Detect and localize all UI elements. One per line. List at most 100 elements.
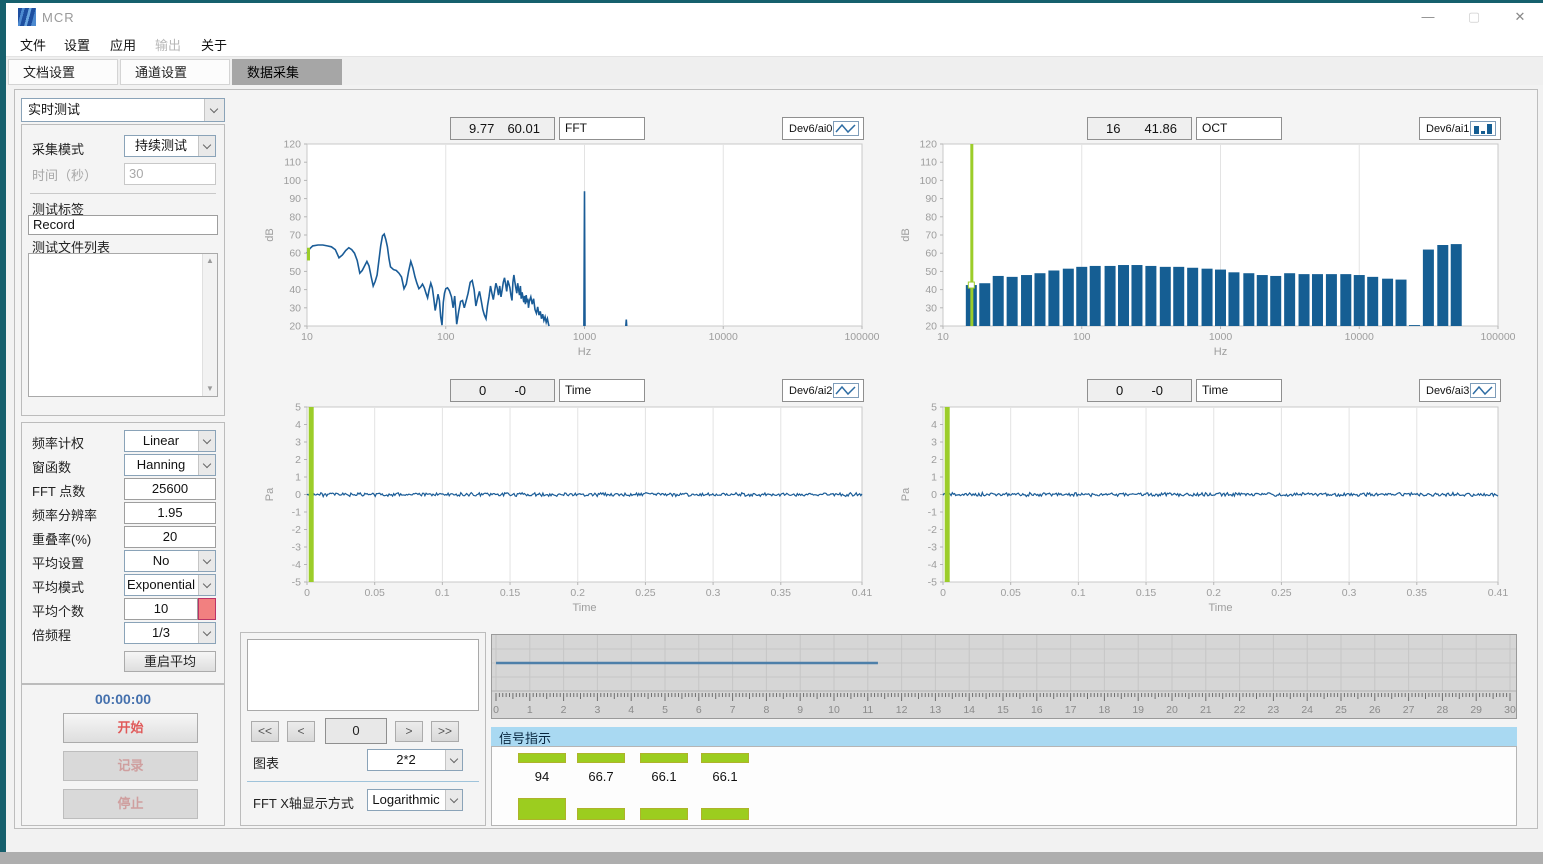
test-file-list[interactable]: ▲ ▼ bbox=[28, 253, 218, 397]
time-label: 时间（秒） bbox=[32, 165, 97, 184]
svg-text:6: 6 bbox=[696, 704, 702, 716]
svg-text:0.05: 0.05 bbox=[1000, 587, 1021, 599]
maximize-button[interactable]: ▢ bbox=[1451, 3, 1497, 31]
scroll-up-icon[interactable]: ▲ bbox=[206, 257, 214, 265]
svg-text:27: 27 bbox=[1403, 704, 1415, 716]
svg-text:0.35: 0.35 bbox=[771, 587, 792, 599]
svg-text:100: 100 bbox=[283, 175, 301, 187]
svg-text:100000: 100000 bbox=[1480, 331, 1515, 343]
svg-text:20: 20 bbox=[925, 321, 937, 333]
svg-text:0.25: 0.25 bbox=[1271, 587, 1292, 599]
svg-text:0.3: 0.3 bbox=[706, 587, 721, 599]
svg-text:110: 110 bbox=[284, 157, 301, 169]
param-input-2[interactable]: 25600 bbox=[124, 478, 216, 500]
param-select-0[interactable]: Linear bbox=[124, 430, 216, 452]
svg-text:0.41: 0.41 bbox=[1488, 587, 1509, 599]
signal-indicator-header: 信号指示 bbox=[491, 727, 1517, 746]
tab-data-acquisition[interactable]: 数据采集 bbox=[232, 59, 342, 85]
signal-indicator-box: 9466.766.166.1 bbox=[491, 746, 1517, 826]
record-timeline[interactable]: 0123456789101112131415161718192021222324… bbox=[491, 634, 1517, 719]
oct-plot[interactable]: 2030405060708090100110120101001000100001… bbox=[879, 114, 1515, 360]
record-list[interactable] bbox=[247, 639, 479, 711]
param-input-3[interactable]: 1.95 bbox=[124, 502, 216, 524]
param-select-8[interactable]: 1/3 bbox=[124, 622, 216, 644]
signal-peak-bar bbox=[518, 798, 566, 820]
next-page-button[interactable]: > bbox=[395, 721, 423, 742]
prev-page-button[interactable]: < bbox=[287, 721, 315, 742]
scroll-down-icon[interactable]: ▼ bbox=[206, 385, 214, 393]
measure-mode-select[interactable]: 实时测试 bbox=[21, 98, 225, 122]
oct-chart-panel: 16 41.86 OCT Dev6/ai1 203040506070809010… bbox=[879, 114, 1515, 360]
param-label: 平均个数 bbox=[32, 601, 84, 620]
svg-text:10: 10 bbox=[828, 704, 840, 716]
svg-text:0: 0 bbox=[931, 489, 937, 501]
svg-text:0.05: 0.05 bbox=[364, 587, 385, 599]
start-button[interactable]: 开始 bbox=[63, 713, 198, 743]
analysis-params-group: 频率计权Linear窗函数HanningFFT 点数25600频率分辨率1.95… bbox=[21, 422, 225, 684]
param-select-1[interactable]: Hanning bbox=[124, 454, 216, 476]
signal-level-bar bbox=[577, 753, 625, 763]
svg-text:Pa: Pa bbox=[900, 487, 912, 501]
svg-text:13: 13 bbox=[930, 704, 942, 716]
chart-layout-select[interactable]: 2*2 bbox=[367, 749, 463, 771]
file-list-scrollbar[interactable]: ▲ ▼ bbox=[202, 254, 217, 396]
tab-channel-settings[interactable]: 通道设置 bbox=[120, 59, 230, 85]
param-input-7[interactable]: 10 bbox=[124, 598, 198, 620]
svg-text:18: 18 bbox=[1099, 704, 1111, 716]
acq-mode-select[interactable]: 持续测试 bbox=[124, 135, 216, 157]
svg-text:0.3: 0.3 bbox=[1342, 587, 1357, 599]
svg-text:Pa: Pa bbox=[264, 487, 276, 501]
menu-about[interactable]: 关于 bbox=[201, 35, 227, 54]
time-input[interactable]: 30 bbox=[124, 163, 216, 185]
first-page-button[interactable]: << bbox=[251, 721, 279, 742]
signal-peak-bar bbox=[640, 808, 688, 820]
svg-text:80: 80 bbox=[925, 211, 937, 223]
svg-text:7: 7 bbox=[730, 704, 736, 716]
restart-average-button[interactable]: 重启平均 bbox=[124, 651, 216, 672]
time-chart-panel-ai3: 0 -0 Time Dev6/ai3 -5-4-3-2-101234500.05… bbox=[879, 376, 1515, 620]
svg-text:10: 10 bbox=[301, 331, 313, 343]
fft-plot[interactable]: 2030405060708090100110120101001000100001… bbox=[243, 114, 879, 360]
page-number-box[interactable]: 0 bbox=[325, 718, 387, 744]
svg-text:0: 0 bbox=[304, 587, 310, 599]
fft-axis-mode-label: FFT X轴显示方式 bbox=[253, 793, 354, 812]
param-select-5[interactable]: No bbox=[124, 550, 216, 572]
svg-text:100: 100 bbox=[919, 175, 937, 187]
signal-level-bar bbox=[518, 753, 566, 763]
svg-text:0.2: 0.2 bbox=[570, 587, 585, 599]
menu-settings[interactable]: 设置 bbox=[64, 35, 90, 54]
tab-document-settings[interactable]: 文档设置 bbox=[8, 59, 118, 85]
svg-text:15: 15 bbox=[997, 704, 1009, 716]
menu-app[interactable]: 应用 bbox=[110, 35, 136, 54]
minimize-button[interactable]: — bbox=[1405, 3, 1451, 31]
svg-text:-2: -2 bbox=[928, 524, 937, 536]
param-label: 重叠率(%) bbox=[32, 529, 91, 548]
svg-text:12: 12 bbox=[896, 704, 908, 716]
svg-text:-1: -1 bbox=[928, 507, 937, 519]
svg-text:1000: 1000 bbox=[573, 331, 597, 343]
svg-text:-2: -2 bbox=[292, 524, 301, 536]
svg-text:4: 4 bbox=[295, 419, 301, 431]
fft-axis-mode-select[interactable]: Logarithmic bbox=[367, 789, 463, 811]
svg-text:Time: Time bbox=[1208, 602, 1232, 614]
chart-layout-label: 图表 bbox=[253, 753, 279, 772]
time3-plot[interactable]: -5-4-3-2-101234500.050.10.150.20.250.30.… bbox=[879, 376, 1515, 620]
time2-plot[interactable]: -5-4-3-2-101234500.050.10.150.20.250.30.… bbox=[243, 376, 879, 620]
svg-text:0.35: 0.35 bbox=[1407, 587, 1428, 599]
last-page-button[interactable]: >> bbox=[431, 721, 459, 742]
close-button[interactable]: ✕ bbox=[1497, 3, 1543, 31]
param-input-4[interactable]: 20 bbox=[124, 526, 216, 548]
main-panel: 实时测试 采集模式 持续测试 时间（秒） 30 测试标签 Record 测试文件… bbox=[14, 89, 1538, 829]
time-chart-panel-ai2: 0 -0 Time Dev6/ai2 -5-4-3-2-101234500.05… bbox=[243, 376, 879, 620]
svg-text:5: 5 bbox=[662, 704, 668, 716]
svg-text:-1: -1 bbox=[292, 507, 301, 519]
param-select-6[interactable]: Exponential bbox=[124, 574, 216, 596]
svg-text:30: 30 bbox=[289, 302, 301, 314]
param-label: 窗函数 bbox=[32, 457, 71, 476]
test-tag-input[interactable]: Record bbox=[28, 215, 218, 235]
signal-channel: 66.1 bbox=[701, 747, 749, 825]
svg-text:100: 100 bbox=[437, 331, 455, 343]
param-label: FFT 点数 bbox=[32, 481, 85, 500]
svg-text:28: 28 bbox=[1437, 704, 1449, 716]
menu-file[interactable]: 文件 bbox=[20, 35, 46, 54]
